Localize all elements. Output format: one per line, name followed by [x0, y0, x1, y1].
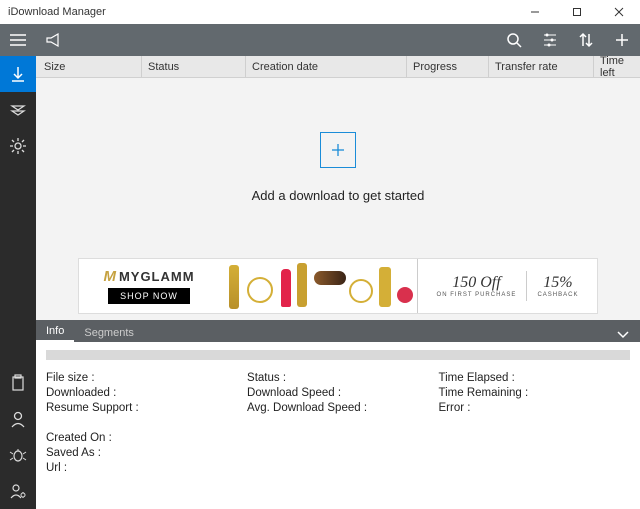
sidebar-debug[interactable] — [0, 437, 36, 473]
col-progress[interactable]: Progress — [407, 56, 489, 77]
detail-progress-bar — [46, 350, 630, 360]
window-title: iDownload Manager — [8, 6, 106, 18]
sidebar-user[interactable] — [0, 401, 36, 437]
maximize-button[interactable] — [556, 0, 598, 24]
ad-offer2: 15% — [537, 274, 578, 292]
empty-message: Add a download to get started — [252, 188, 425, 203]
label-dspeed: Download Speed : — [247, 387, 438, 399]
details-tabs: Info Segments — [36, 320, 640, 342]
label-error: Error : — [439, 402, 630, 414]
details-panel: File size : Downloaded : Resume Support … — [36, 342, 640, 509]
col-rate[interactable]: Transfer rate — [489, 56, 594, 77]
label-file-size: File size : — [46, 372, 247, 384]
label-url: Url : — [46, 462, 247, 474]
close-button[interactable] — [598, 0, 640, 24]
label-avgspeed: Avg. Download Speed : — [247, 402, 438, 414]
label-status: Status : — [247, 372, 438, 384]
sidebar — [0, 56, 36, 509]
column-headers: Size Status Creation date Progress Trans… — [36, 56, 640, 78]
sidebar-user-settings[interactable] — [0, 473, 36, 509]
ad-products — [219, 259, 417, 313]
col-size[interactable]: Size — [38, 56, 142, 77]
ad-banner-wrap: MMYGLAMM SHOP NOW 150 Off — [36, 256, 640, 320]
main-panel: Size Status Creation date Progress Trans… — [36, 56, 640, 509]
col-status[interactable]: Status — [142, 56, 246, 77]
titlebar: iDownload Manager — [0, 0, 640, 24]
sidebar-settings[interactable] — [0, 128, 36, 164]
ad-banner[interactable]: MMYGLAMM SHOP NOW 150 Off — [78, 258, 598, 314]
app-toolbar — [0, 24, 640, 56]
hamburger-menu-button[interactable] — [0, 24, 36, 56]
label-saved: Saved As : — [46, 447, 247, 459]
sort-button[interactable] — [568, 24, 604, 56]
ad-offer1: 150 Off — [437, 274, 517, 292]
ad-brand: MMYGLAMM — [103, 268, 194, 285]
col-creation[interactable]: Creation date — [246, 56, 407, 77]
label-created: Created On : — [46, 432, 247, 444]
label-remaining: Time Remaining : — [439, 387, 630, 399]
label-elapsed: Time Elapsed : — [439, 372, 630, 384]
minimize-button[interactable] — [514, 0, 556, 24]
sidebar-downloads[interactable] — [0, 56, 36, 92]
label-downloaded: Downloaded : — [46, 387, 247, 399]
sidebar-queue[interactable] — [0, 92, 36, 128]
sidebar-clipboard[interactable] — [0, 365, 36, 401]
label-resume: Resume Support : — [46, 402, 247, 414]
list-settings-button[interactable] — [532, 24, 568, 56]
add-download-box[interactable] — [320, 132, 356, 168]
collapse-details-button[interactable] — [616, 330, 640, 342]
tab-segments[interactable]: Segments — [74, 324, 144, 342]
add-button[interactable] — [604, 24, 640, 56]
tab-info[interactable]: Info — [36, 322, 74, 342]
empty-state: Add a download to get started — [36, 78, 640, 256]
search-button[interactable] — [496, 24, 532, 56]
announce-icon[interactable] — [36, 24, 72, 56]
col-timeleft[interactable]: Time left — [594, 56, 640, 77]
ad-cta[interactable]: SHOP NOW — [108, 288, 190, 304]
